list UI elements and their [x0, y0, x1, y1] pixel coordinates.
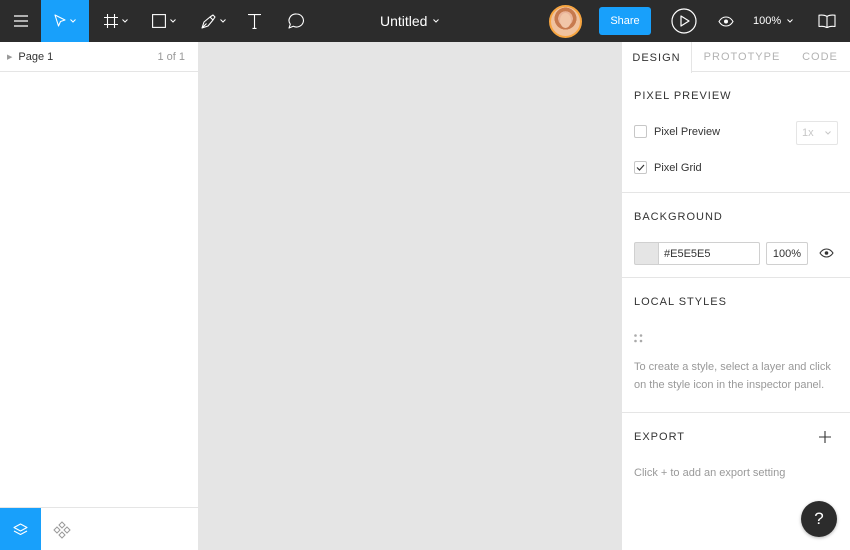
style-grid-icon — [634, 334, 643, 343]
properties-panel: DESIGN PROTOTYPE CODE PIXEL PREVIEW Pixe… — [621, 42, 850, 550]
pixel-grid-checkbox[interactable] — [634, 161, 647, 174]
comment-tool-button[interactable] — [282, 0, 310, 42]
page-name: Page 1 — [18, 50, 54, 63]
background-visibility-toggle[interactable] — [818, 246, 834, 260]
tab-code[interactable]: CODE — [794, 42, 846, 72]
chevron-down-icon — [433, 19, 440, 23]
layers-icon — [13, 522, 28, 535]
resolution-value: 1x — [802, 127, 814, 139]
pixel-grid-label: Pixel Grid — [654, 161, 702, 174]
pen-tool-button[interactable] — [192, 0, 234, 42]
eye-icon — [818, 248, 834, 258]
pixel-preview-title: PIXEL PREVIEW — [634, 90, 732, 102]
text-tool-button[interactable] — [240, 0, 268, 42]
shape-tool-button[interactable] — [144, 0, 184, 42]
rectangle-icon — [152, 14, 166, 28]
zoom-level: 100% — [753, 15, 782, 27]
tab-prototype[interactable]: PROTOTYPE — [700, 42, 784, 72]
play-icon — [671, 8, 697, 34]
background-color-swatch[interactable] — [634, 242, 658, 265]
section-divider — [622, 277, 850, 278]
page-selector[interactable]: ▶ Page 1 1 of 1 — [0, 42, 199, 72]
local-styles-title: LOCAL STYLES — [634, 296, 727, 308]
components-tab[interactable] — [48, 508, 76, 550]
checkmark-icon — [636, 164, 645, 171]
resolution-select[interactable]: 1x — [796, 121, 838, 145]
toolbar: Untitled Share 100% — [0, 0, 850, 42]
book-icon — [818, 14, 836, 28]
section-divider — [622, 412, 850, 413]
comment-icon — [287, 13, 304, 29]
chevron-down-icon — [122, 19, 128, 23]
canvas[interactable] — [200, 42, 621, 550]
pen-icon — [200, 13, 216, 29]
components-icon — [53, 520, 71, 539]
move-tool-button[interactable] — [41, 0, 89, 42]
layers-tab[interactable] — [0, 508, 41, 550]
chevron-down-icon — [825, 131, 831, 135]
frame-icon — [104, 14, 118, 28]
export-title: EXPORT — [634, 431, 686, 443]
background-opacity-input[interactable]: 100% — [766, 242, 808, 265]
chevron-down-icon — [70, 19, 76, 23]
chevron-down-icon — [219, 19, 226, 23]
zoom-menu[interactable]: 100% — [753, 0, 793, 42]
hamburger-menu-icon — [13, 15, 28, 27]
background-hex-input[interactable]: #E5E5E5 — [658, 242, 760, 265]
local-styles-help: To create a style, select a layer and cl… — [634, 361, 831, 391]
export-help: Click + to add an export setting — [634, 467, 786, 479]
left-panel-tabs — [0, 507, 199, 550]
main-menu-button[interactable] — [0, 0, 41, 42]
properties-tabs: DESIGN PROTOTYPE CODE — [622, 42, 850, 73]
eye-icon — [718, 15, 734, 27]
pixel-preview-option[interactable]: Pixel Preview — [634, 125, 720, 138]
plus-icon[interactable] — [819, 431, 831, 443]
pixel-preview-label: Pixel Preview — [654, 125, 721, 138]
page-count: 1 of 1 — [157, 51, 185, 63]
section-divider — [622, 192, 850, 193]
text-icon — [247, 13, 261, 29]
caret-right-icon: ▶ — [7, 53, 13, 61]
help-button[interactable]: ? — [801, 501, 837, 537]
present-button[interactable] — [668, 0, 700, 42]
frame-tool-button[interactable] — [96, 0, 136, 42]
move-cursor-icon — [54, 14, 66, 27]
tab-design[interactable]: DESIGN — [622, 42, 692, 73]
pixel-preview-checkbox[interactable] — [634, 125, 647, 138]
library-button[interactable] — [812, 0, 842, 42]
chevron-down-icon — [787, 19, 793, 23]
view-settings-button[interactable] — [712, 0, 740, 42]
chevron-down-icon — [170, 19, 176, 23]
share-button[interactable]: Share — [599, 7, 651, 35]
user-avatar[interactable] — [549, 5, 582, 38]
background-title: BACKGROUND — [634, 211, 723, 223]
document-title: Untitled — [380, 13, 428, 29]
document-title-menu[interactable]: Untitled — [380, 0, 440, 42]
pixel-grid-option[interactable]: Pixel Grid — [634, 161, 702, 174]
layers-panel: ▶ Page 1 1 of 1 — [0, 42, 199, 550]
